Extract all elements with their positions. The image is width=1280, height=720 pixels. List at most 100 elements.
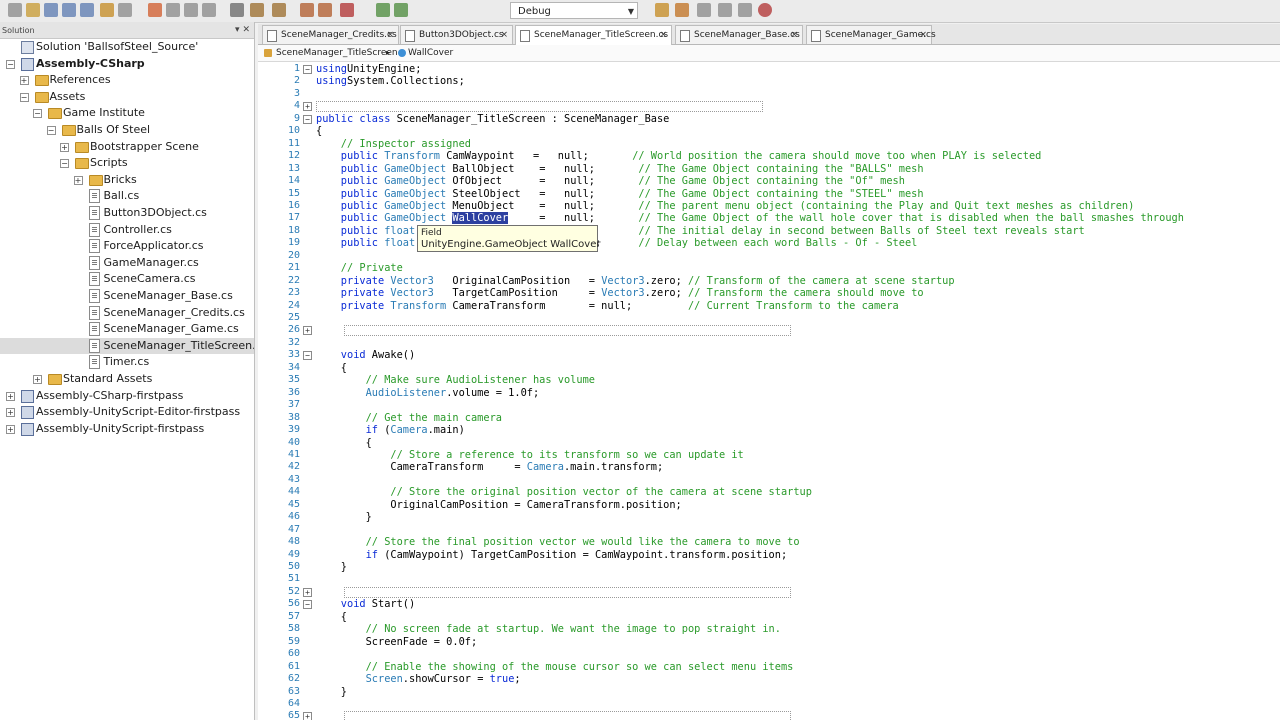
code-line[interactable]: 4 + [258,100,1280,113]
collapsed-region[interactable] [344,711,791,720]
code-line[interactable]: 10 { [258,125,1280,137]
tree-item[interactable]: Timer.cs [0,354,254,370]
code-line[interactable]: 22 private Vector3 OriginalCamPosition =… [258,275,1280,287]
collapse-region-icon[interactable]: − [303,114,312,124]
debug-break-icon[interactable] [718,3,732,17]
breakpoint-icon[interactable] [394,3,408,17]
code-line[interactable]: 34 { [258,362,1280,374]
tab-scenemanager_game-cs[interactable]: SceneManager_Game.cs × [806,25,936,44]
paste-icon[interactable] [166,3,180,17]
tree-item[interactable]: − Assets [0,89,254,105]
pin-icon[interactable]: ▾ [235,25,240,35]
new-file-icon[interactable] [8,3,22,17]
code-line[interactable]: 25 [258,312,1280,324]
collapsed-region[interactable] [316,101,763,113]
code-line[interactable]: 40 { [258,437,1280,449]
config-icon[interactable] [340,3,354,17]
debug-start-icon[interactable] [655,3,669,17]
tree-item[interactable]: + Bootstrapper Scene [0,139,254,155]
configuration-dropdown[interactable]: Debug ▼ [510,2,638,19]
code-line[interactable]: 15 public GameObject SteelObject = null;… [258,188,1280,200]
code-line[interactable]: 33− void Awake() [258,349,1280,361]
code-line[interactable]: 11 // Inspector assigned [258,138,1280,150]
expand-icon[interactable]: + [19,76,29,86]
close-icon[interactable]: × [500,26,508,44]
tree-item[interactable]: + Bricks [0,172,254,188]
clean-icon[interactable] [272,3,286,17]
tab-scenemanager_credits-cs[interactable]: SceneManager_Credits.cs × [262,25,399,44]
tree-item[interactable]: Ball.cs [0,188,254,204]
code-line[interactable]: 64 [258,698,1280,710]
tree-item[interactable]: − Assembly-CSharp [0,56,254,72]
tree-item[interactable]: ForceApplicator.cs [0,238,254,254]
code-line[interactable]: 52 + [258,586,1280,598]
expand-region-icon[interactable]: + [303,326,312,336]
code-line[interactable]: 17 public GameObject WallCover = null; /… [258,212,1280,225]
code-line[interactable]: 36 AudioListener.volume = 1.0f; [258,387,1280,399]
tree-item[interactable]: GameManager.cs [0,255,254,271]
close-icon[interactable]: ✕ [242,25,250,35]
tree-item[interactable]: + Assembly-CSharp-firstpass [0,388,254,404]
save-all-icon[interactable] [62,3,76,17]
find-icon[interactable] [202,3,216,17]
rebuild-icon[interactable] [250,3,264,17]
code-line[interactable]: 46 } [258,511,1280,523]
code-line[interactable]: 49 if (CamWaypoint) TargetCamPosition = … [258,549,1280,561]
code-line[interactable]: 42 CameraTransform = Camera.main.transfo… [258,461,1280,473]
tab-scenemanager_titlescreen-cs[interactable]: SceneManager_TitleScreen.cs × [515,25,672,45]
breadcrumb-class[interactable]: SceneManager_TitleScreen [276,45,398,61]
tree-item[interactable]: Button3DObject.cs [0,205,254,221]
code-line[interactable]: 63 } [258,686,1280,698]
code-line[interactable]: 14 public GameObject OfObject = null; //… [258,175,1280,187]
tree-item[interactable]: − Balls Of Steel [0,122,254,138]
debug-restart-icon[interactable] [738,3,752,17]
code-line[interactable]: 18 public float 1f; // The initial delay… [258,225,1280,237]
tree-item[interactable]: Solution 'BallsofSteel_Source' [0,39,254,55]
tree-item[interactable]: − Game Institute [0,105,254,121]
code-line[interactable]: 58 // No screen fade at startup. We want… [258,623,1280,635]
tree-item[interactable]: + Assembly-UnityScript-Editor-firstpass [0,404,254,420]
tree-item[interactable]: + References [0,72,254,88]
code-line[interactable]: 41 // Store a reference to its transform… [258,449,1280,461]
code-line[interactable]: 47 [258,524,1280,536]
cut-icon[interactable] [118,3,132,17]
build-icon[interactable] [230,3,244,17]
expand-icon[interactable]: + [6,408,15,418]
tree-item[interactable]: SceneManager_Base.cs [0,288,254,304]
close-icon[interactable]: × [659,26,667,44]
run-icon[interactable] [300,3,314,17]
collapse-region-icon[interactable]: − [303,65,312,74]
code-line[interactable]: 13 public GameObject BallObject = null; … [258,163,1280,175]
code-line[interactable]: 43 [258,474,1280,486]
debug-step-icon[interactable] [675,3,689,17]
collapse-icon[interactable]: − [46,126,56,135]
copy-icon[interactable] [148,3,162,17]
expand-icon[interactable]: + [33,375,42,384]
code-line[interactable]: 59 ScreenFade = 0.0f; [258,636,1280,648]
collapse-icon[interactable]: − [6,59,15,69]
collapsed-region[interactable] [344,586,791,598]
tree-item[interactable]: + Standard Assets [0,371,254,387]
code-line[interactable]: 60 [258,648,1280,660]
code-line[interactable]: 50 } [258,561,1280,573]
code-line[interactable]: 37 [258,399,1280,411]
collapse-icon[interactable]: − [19,92,29,102]
code-line[interactable]: 61 // Enable the showing of the mouse cu… [258,661,1280,673]
code-line[interactable]: 44 // Store the original position vector… [258,486,1280,498]
code-line[interactable]: 32 [258,337,1280,349]
code-line[interactable]: 45 OriginalCamPosition = CameraTransform… [258,499,1280,511]
code-line[interactable]: 48 // Store the final position vector we… [258,536,1280,548]
code-line[interactable]: 12 public Transform CamWaypoint = null; … [258,150,1280,162]
tree-item[interactable]: SceneManager_Credits.cs [0,305,254,321]
code-line[interactable]: 23 private Vector3 TargetCamPosition = V… [258,287,1280,299]
code-line[interactable]: 3 [258,88,1280,100]
expand-icon[interactable]: + [6,391,15,401]
collapse-region-icon[interactable]: − [303,600,312,610]
close-icon[interactable]: × [919,26,927,44]
attach-icon[interactable] [376,3,390,17]
undo-icon[interactable] [80,3,94,17]
code-line[interactable]: 56− void Start() [258,598,1280,610]
close-icon[interactable]: × [790,26,798,44]
code-line[interactable]: 35 // Make sure AudioListener has volume [258,374,1280,386]
collapse-icon[interactable]: − [60,159,69,169]
